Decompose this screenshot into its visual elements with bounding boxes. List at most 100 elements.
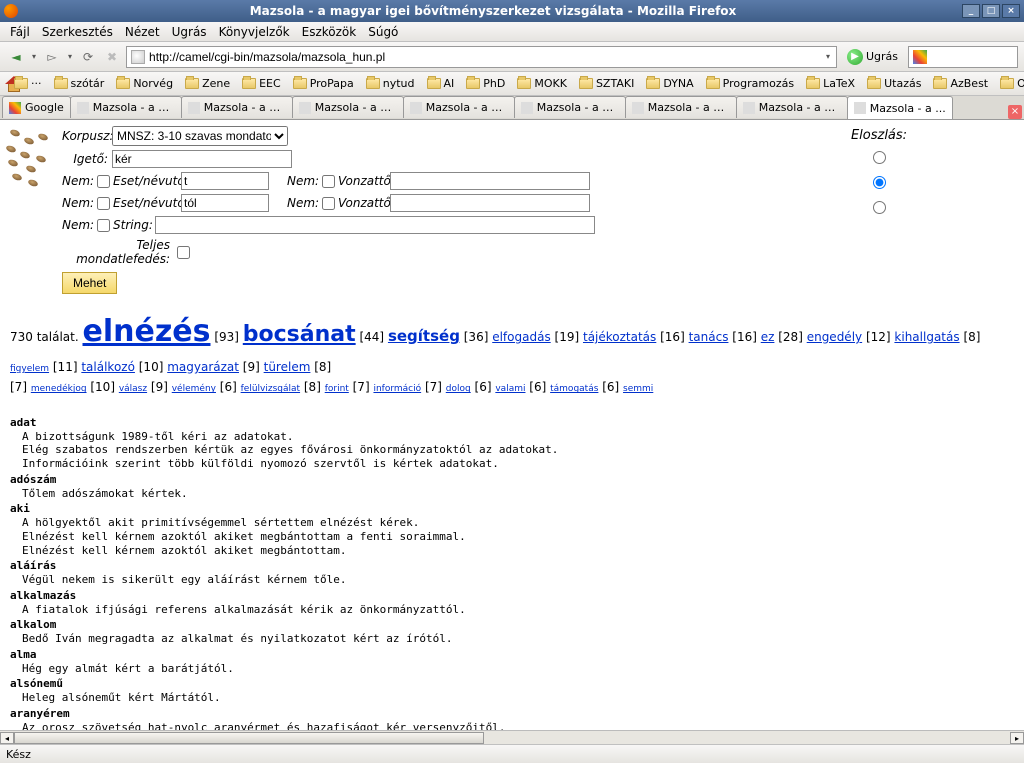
page-favicon <box>410 102 422 114</box>
tab-3[interactable]: Mazsola - a ma... <box>292 96 404 118</box>
hscroll-thumb[interactable] <box>14 732 484 744</box>
menu-bookmarks[interactable]: Könyvjelzők <box>213 23 296 41</box>
window-minimize-button[interactable]: _ <box>962 4 980 18</box>
back-button[interactable]: ◄ <box>6 47 26 67</box>
url-history-dropdown[interactable]: ▾ <box>824 52 832 61</box>
go-button[interactable]: ▶ Ugrás <box>841 49 904 65</box>
bookmark-sztaki[interactable]: SZTAKI <box>575 75 638 92</box>
tab-4[interactable]: Mazsola - a ma... <box>403 96 515 118</box>
search-box[interactable] <box>908 46 1018 68</box>
forward-history-dropdown[interactable]: ▾ <box>66 52 74 61</box>
hscroll-left-arrow[interactable]: ◂ <box>0 732 14 744</box>
cloud-word-menedékjog[interactable]: menedékjog <box>31 384 87 394</box>
bookmark-phd[interactable]: PhD <box>462 75 509 92</box>
cloud-word-elfogadás[interactable]: elfogadás <box>492 330 550 344</box>
bookmark-norvég[interactable]: Norvég <box>112 75 177 92</box>
bookmark-utazás[interactable]: Utazás <box>863 75 925 92</box>
cloud-word-ez[interactable]: ez <box>761 330 775 344</box>
nem2-check[interactable] <box>97 197 110 210</box>
nem3-check[interactable] <box>97 219 110 232</box>
cloud-word-tanács[interactable]: tanács <box>689 330 729 344</box>
bookmark-szótár[interactable]: szótár <box>50 75 109 92</box>
back-history-dropdown[interactable]: ▾ <box>30 52 38 61</box>
eset2-input[interactable] <box>181 194 269 212</box>
cloud-word-tájékoztatás[interactable]: tájékoztatás <box>583 330 656 344</box>
eloszlas-radio-2[interactable] <box>873 176 886 189</box>
menu-bar: Fájl Szerkesztés Nézet Ugrás Könyvjelzők… <box>0 22 1024 42</box>
cloud-word-elnézés[interactable]: elnézés <box>83 314 211 349</box>
reload-button[interactable]: ⟳ <box>78 47 98 67</box>
bookmark-propapa[interactable]: ProPapa <box>289 75 358 92</box>
eset1-input[interactable] <box>181 172 269 190</box>
window-maximize-button[interactable]: □ <box>982 4 1000 18</box>
menu-edit[interactable]: Szerkesztés <box>36 23 119 41</box>
cloud-word-türelem[interactable]: türelem <box>264 360 311 374</box>
cloud-word-segítség[interactable]: segítség <box>388 327 460 345</box>
search-engine-icon[interactable] <box>913 50 927 64</box>
cloud-word-vélemény[interactable]: vélemény <box>172 384 216 394</box>
horizontal-scrollbar[interactable]: ◂ ▸ <box>0 730 1024 744</box>
nem1-check[interactable] <box>97 175 110 188</box>
cloud-word-figyelem[interactable]: figyelem <box>10 364 49 374</box>
cloud-word-támogatás[interactable]: támogatás <box>550 384 598 394</box>
nem1b-check[interactable] <box>322 175 335 188</box>
teljes-check[interactable] <box>177 246 190 259</box>
eloszlas-radio-1[interactable] <box>873 151 886 164</box>
tab-2[interactable]: Mazsola - a ma... <box>181 96 293 118</box>
url-input[interactable] <box>149 50 824 64</box>
hit-count: 730 találat. <box>10 330 79 344</box>
menu-file[interactable]: Fájl <box>4 23 36 41</box>
menu-view[interactable]: Nézet <box>119 23 166 41</box>
cloud-word-kihallgatás[interactable]: kihallgatás <box>894 330 959 344</box>
stop-button[interactable]: ✖ <box>102 47 122 67</box>
korpusz-select[interactable]: MNSZ: 3-10 szavas mondatok <box>112 126 288 146</box>
bookmark-dyna[interactable]: DYNA <box>642 75 697 92</box>
vonz1-input[interactable] <box>390 172 590 190</box>
string-input[interactable] <box>155 216 595 234</box>
tab-8[interactable]: Mazsola - a ... <box>847 96 953 119</box>
korpusz-label: Korpusz: <box>62 129 112 143</box>
bookmark-azbest[interactable]: AzBest <box>929 75 992 92</box>
concordance-headword: adat <box>10 416 1014 430</box>
cloud-word-információ[interactable]: információ <box>373 384 421 394</box>
cloud-word-felülvizsgálat[interactable]: felülvizsgálat <box>241 384 300 394</box>
bookmark-olvas[interactable]: Olvas <box>996 75 1024 92</box>
menu-help[interactable]: Súgó <box>362 23 404 41</box>
bookmark-eec[interactable]: EEC <box>238 75 285 92</box>
concordance-headword: alma <box>10 648 1014 662</box>
bookmark-mokk[interactable]: MOKK <box>513 75 571 92</box>
cloud-word-dolog[interactable]: dolog <box>446 384 471 394</box>
window-close-button[interactable]: × <box>1002 4 1020 18</box>
cloud-word-találkozó[interactable]: találkozó <box>81 360 135 374</box>
tab-6[interactable]: Mazsola - a ma... <box>625 96 737 118</box>
bookmark-latex[interactable]: LaTeX <box>802 75 859 92</box>
igeto-input[interactable] <box>112 150 292 168</box>
tab-7[interactable]: Mazsola - a ma... <box>736 96 848 118</box>
eloszlas-radio-3[interactable] <box>873 201 886 214</box>
cloud-word-engedély[interactable]: engedély <box>807 330 862 344</box>
bookmark-ai[interactable]: AI <box>423 75 459 92</box>
vonz2-input[interactable] <box>390 194 590 212</box>
bookmark-nytud[interactable]: nytud <box>362 75 419 92</box>
bookmark-zene[interactable]: Zene <box>181 75 234 92</box>
tab-close-button[interactable]: × <box>1008 105 1022 119</box>
menu-tools[interactable]: Eszközök <box>296 23 363 41</box>
nem2b-check[interactable] <box>322 197 335 210</box>
cloud-word-valami[interactable]: valami <box>495 384 525 394</box>
tab-5[interactable]: Mazsola - a ma... <box>514 96 626 118</box>
tab-1[interactable]: Mazsola - a ma... <box>70 96 182 118</box>
submit-button[interactable]: Mehet <box>62 272 117 294</box>
tab-0[interactable]: Google <box>2 96 71 118</box>
cloud-word-bocsánat[interactable]: bocsánat <box>243 322 356 347</box>
folder-icon <box>706 78 720 89</box>
forward-button[interactable]: ▻ <box>42 47 62 67</box>
cloud-word-válasz[interactable]: válasz <box>119 384 147 394</box>
search-input[interactable] <box>930 49 1013 64</box>
hscroll-right-arrow[interactable]: ▸ <box>1010 732 1024 744</box>
cloud-word-magyarázat[interactable]: magyarázat <box>167 360 239 374</box>
cloud-word-semmi[interactable]: semmi <box>623 384 653 394</box>
cloud-word-forint[interactable]: forint <box>325 384 349 394</box>
menu-go[interactable]: Ugrás <box>166 23 213 41</box>
url-bar[interactable]: ▾ <box>126 46 837 68</box>
bookmark-programozás[interactable]: Programozás <box>702 75 798 92</box>
